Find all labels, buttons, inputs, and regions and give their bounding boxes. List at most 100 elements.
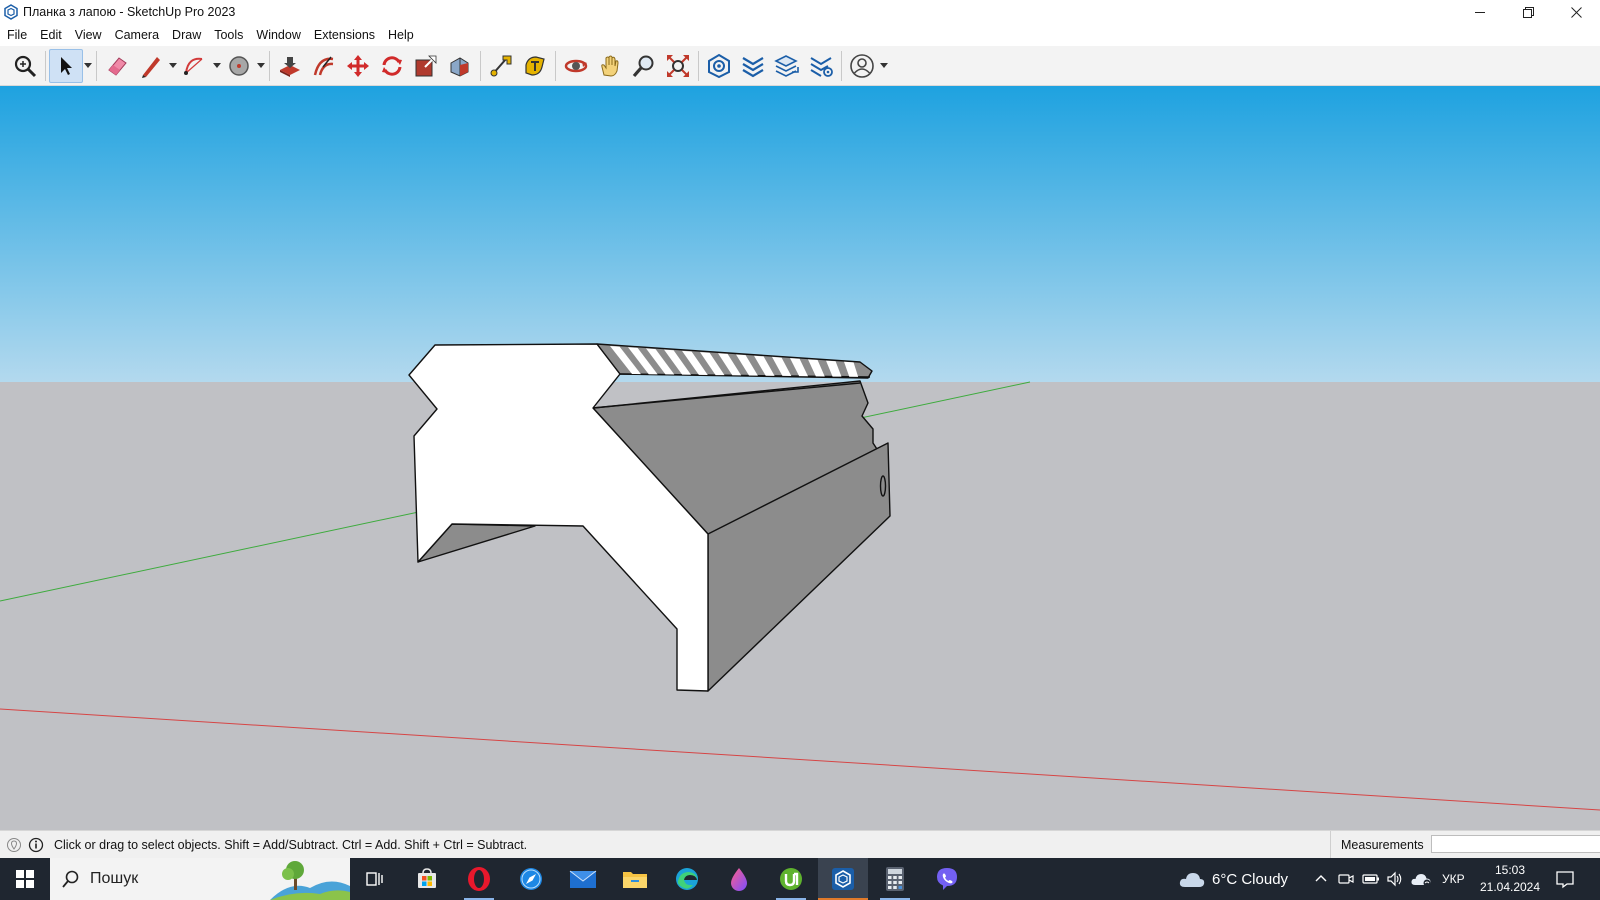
search-tool-icon bbox=[14, 55, 37, 78]
zoom-extents-tool-button[interactable] bbox=[661, 49, 695, 83]
safari-like-browser-icon bbox=[520, 868, 542, 890]
taskbar-clock[interactable]: 15:03 21.04.2024 bbox=[1470, 862, 1550, 896]
line-tool-icon bbox=[142, 57, 160, 78]
edge-icon bbox=[676, 868, 698, 890]
onedrive-network-icon[interactable] bbox=[1410, 871, 1432, 887]
restore-button[interactable] bbox=[1504, 0, 1552, 24]
eraser-tool-icon bbox=[108, 57, 127, 76]
line-tool-button[interactable] bbox=[134, 49, 168, 83]
search-icon bbox=[62, 870, 79, 888]
paint-bucket-tool-button[interactable] bbox=[443, 49, 477, 83]
scenes-button[interactable] bbox=[804, 49, 838, 83]
modeling-viewport[interactable] bbox=[0, 86, 1600, 830]
cloud-icon bbox=[1179, 873, 1205, 887]
viber-button[interactable] bbox=[922, 858, 972, 900]
sketchup-taskbar-button[interactable] bbox=[818, 858, 868, 900]
shapes-tool-icon bbox=[229, 56, 249, 76]
tags-button[interactable] bbox=[736, 49, 770, 83]
pan-tool-button[interactable] bbox=[593, 49, 627, 83]
volume-icon[interactable] bbox=[1386, 871, 1404, 887]
drop-app-button[interactable] bbox=[714, 858, 764, 900]
layers-button[interactable] bbox=[770, 49, 804, 83]
mail-button[interactable] bbox=[558, 858, 608, 900]
account-dropdown[interactable] bbox=[879, 49, 889, 83]
rotate-tool-button[interactable] bbox=[375, 49, 409, 83]
task-view-button[interactable] bbox=[350, 858, 400, 900]
utorrent-icon bbox=[780, 868, 802, 890]
menu-view[interactable]: View bbox=[75, 28, 102, 42]
menu-camera[interactable]: Camera bbox=[115, 28, 159, 42]
shapes-tool-button[interactable] bbox=[222, 49, 256, 83]
push-pull-tool-icon bbox=[280, 57, 300, 77]
menu-extensions[interactable]: Extensions bbox=[314, 28, 375, 42]
arc-tool-icon bbox=[184, 57, 203, 75]
model-info-button[interactable] bbox=[702, 49, 736, 83]
system-tray: УКР bbox=[1314, 858, 1465, 900]
meet-now-icon[interactable] bbox=[1338, 871, 1354, 887]
toolbar-separator bbox=[698, 51, 699, 81]
text-tool-button[interactable] bbox=[518, 49, 552, 83]
browser-compass-button[interactable] bbox=[506, 858, 556, 900]
move-tool-button[interactable] bbox=[341, 49, 375, 83]
model-canvas[interactable] bbox=[0, 86, 1600, 830]
offset-tool-button[interactable] bbox=[307, 49, 341, 83]
tape-measure-tool-button[interactable] bbox=[484, 49, 518, 83]
move-tool-icon bbox=[347, 55, 369, 77]
task-view-icon bbox=[366, 872, 383, 886]
microsoft-store-icon bbox=[418, 868, 436, 888]
chevron-down-icon bbox=[84, 63, 92, 68]
rotate-tool-icon bbox=[382, 56, 402, 76]
calculator-button[interactable] bbox=[870, 858, 920, 900]
select-tool-button[interactable] bbox=[49, 49, 83, 83]
select-tool-icon bbox=[61, 57, 72, 75]
microsoft-store-button[interactable] bbox=[402, 858, 452, 900]
menu-help[interactable]: Help bbox=[388, 28, 414, 42]
orbit-tool-button[interactable] bbox=[559, 49, 593, 83]
geo-location-icon[interactable] bbox=[6, 837, 22, 853]
weather-widget[interactable]: 6°C Cloudy bbox=[1178, 858, 1288, 900]
shapes-tool-dropdown[interactable] bbox=[256, 49, 266, 83]
orbit-tool-icon bbox=[564, 59, 588, 73]
clock-date: 21.04.2024 bbox=[1479, 880, 1541, 894]
arc-tool-button[interactable] bbox=[178, 49, 212, 83]
measurements-input[interactable] bbox=[1431, 835, 1600, 853]
close-icon bbox=[1570, 6, 1582, 18]
file-explorer-button[interactable] bbox=[610, 858, 660, 900]
utorrent-button[interactable] bbox=[766, 858, 816, 900]
battery-icon[interactable] bbox=[1362, 872, 1380, 886]
chevron-up-icon[interactable] bbox=[1314, 872, 1328, 886]
taskbar-search-box[interactable]: Пошук bbox=[50, 858, 350, 900]
search-tool-button[interactable] bbox=[8, 49, 42, 83]
windows-logo-icon bbox=[16, 870, 34, 888]
menu-window[interactable]: Window bbox=[256, 28, 300, 42]
eraser-tool-button[interactable] bbox=[100, 49, 134, 83]
menu-tools[interactable]: Tools bbox=[214, 28, 243, 42]
arc-tool-dropdown[interactable] bbox=[212, 49, 222, 83]
paint-bucket-tool-icon bbox=[450, 57, 469, 77]
drop-app-icon bbox=[731, 868, 747, 891]
menu-file[interactable]: File bbox=[7, 28, 27, 42]
zoom-extents-tool-icon bbox=[667, 55, 689, 77]
account-button[interactable] bbox=[845, 49, 879, 83]
edge-button[interactable] bbox=[662, 858, 712, 900]
minimize-button[interactable] bbox=[1456, 0, 1504, 24]
menu-draw[interactable]: Draw bbox=[172, 28, 201, 42]
file-explorer-icon bbox=[623, 872, 647, 888]
opera-icon bbox=[468, 867, 490, 891]
chevron-down-icon bbox=[880, 63, 888, 68]
toolbar-separator bbox=[841, 51, 842, 81]
input-language[interactable]: УКР bbox=[1442, 872, 1465, 886]
close-button[interactable] bbox=[1552, 0, 1600, 24]
scale-tool-button[interactable] bbox=[409, 49, 443, 83]
zoom-tool-button[interactable] bbox=[627, 49, 661, 83]
line-tool-dropdown[interactable] bbox=[168, 49, 178, 83]
select-tool-dropdown[interactable] bbox=[83, 49, 93, 83]
notifications-button[interactable] bbox=[1555, 858, 1575, 900]
menu-edit[interactable]: Edit bbox=[40, 28, 62, 42]
start-button[interactable] bbox=[0, 858, 50, 900]
push-pull-tool-button[interactable] bbox=[273, 49, 307, 83]
tags-icon bbox=[742, 57, 764, 78]
opera-button[interactable] bbox=[454, 858, 504, 900]
chevron-down-icon bbox=[169, 63, 177, 68]
info-icon[interactable] bbox=[28, 837, 44, 853]
